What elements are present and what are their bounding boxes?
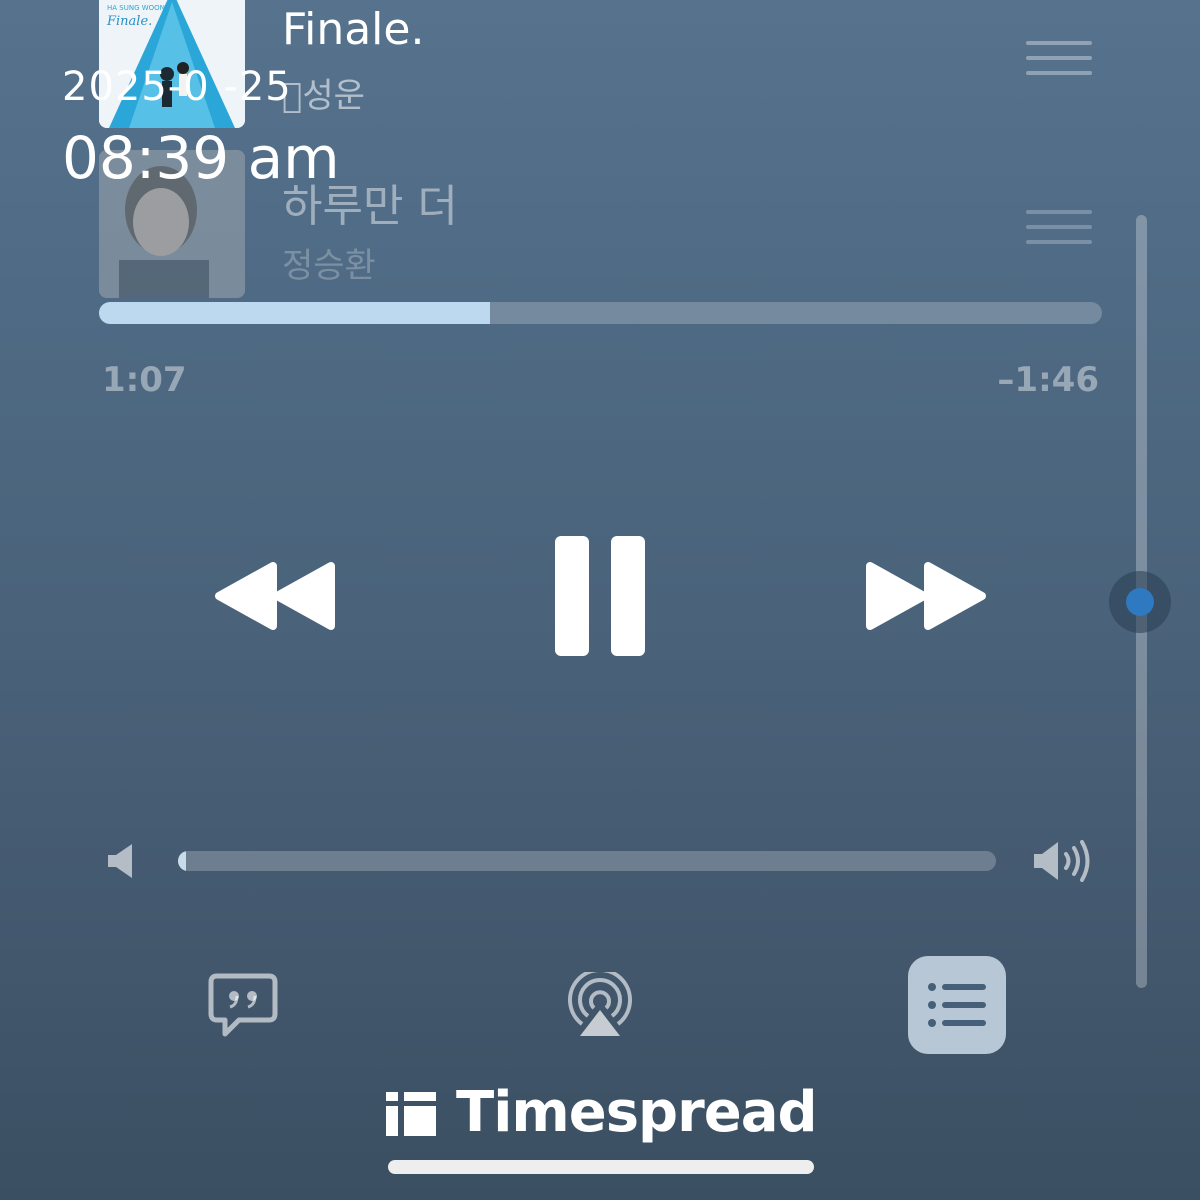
playback-progress-fill bbox=[99, 302, 491, 324]
album-art-brand: HA SUNG WOON bbox=[107, 4, 165, 12]
reorder-handle-icon[interactable] bbox=[1026, 41, 1092, 75]
timestamp-time: 08:39 am bbox=[62, 124, 340, 192]
remaining-time: –1:46 bbox=[997, 360, 1099, 400]
rewind-icon bbox=[215, 562, 335, 630]
lyrics-quote-icon bbox=[208, 973, 278, 1037]
timespread-logo-icon bbox=[386, 1092, 436, 1136]
lyrics-button[interactable] bbox=[207, 972, 279, 1038]
brand-logo: Timespread bbox=[386, 1079, 818, 1145]
fast-forward-button[interactable] bbox=[864, 560, 988, 632]
airplay-button[interactable] bbox=[566, 968, 634, 1038]
volume-slider-fill bbox=[178, 851, 187, 871]
pause-button[interactable] bbox=[553, 534, 647, 658]
scrollbar-thumb[interactable] bbox=[1109, 571, 1171, 633]
scrollbar-thumb-dot bbox=[1126, 588, 1154, 616]
queue-song-title[interactable]: Finale. bbox=[282, 4, 424, 55]
airplay-icon bbox=[568, 968, 632, 1036]
album-art-title: Finale. bbox=[107, 14, 153, 29]
speaker-high-icon bbox=[1032, 838, 1094, 884]
queue-list-button[interactable] bbox=[908, 956, 1006, 1054]
brand-name: Timespread bbox=[456, 1079, 818, 1145]
speaker-low-icon bbox=[106, 842, 136, 880]
rewind-button[interactable] bbox=[213, 560, 337, 632]
queue-song-artist: 정승환 bbox=[282, 246, 376, 286]
playback-scrubber[interactable] bbox=[99, 302, 1102, 324]
fast-forward-icon bbox=[866, 562, 986, 630]
queue-song-artist:  성운 bbox=[282, 76, 365, 116]
reorder-handle-icon[interactable] bbox=[1026, 210, 1092, 244]
queue-list-icon bbox=[928, 983, 986, 1027]
timestamp-date: 2025-0 -25 bbox=[62, 64, 292, 110]
elapsed-time: 1:07 bbox=[102, 360, 187, 400]
home-indicator[interactable] bbox=[388, 1160, 814, 1174]
pause-icon bbox=[555, 536, 645, 656]
volume-slider[interactable] bbox=[178, 851, 996, 871]
